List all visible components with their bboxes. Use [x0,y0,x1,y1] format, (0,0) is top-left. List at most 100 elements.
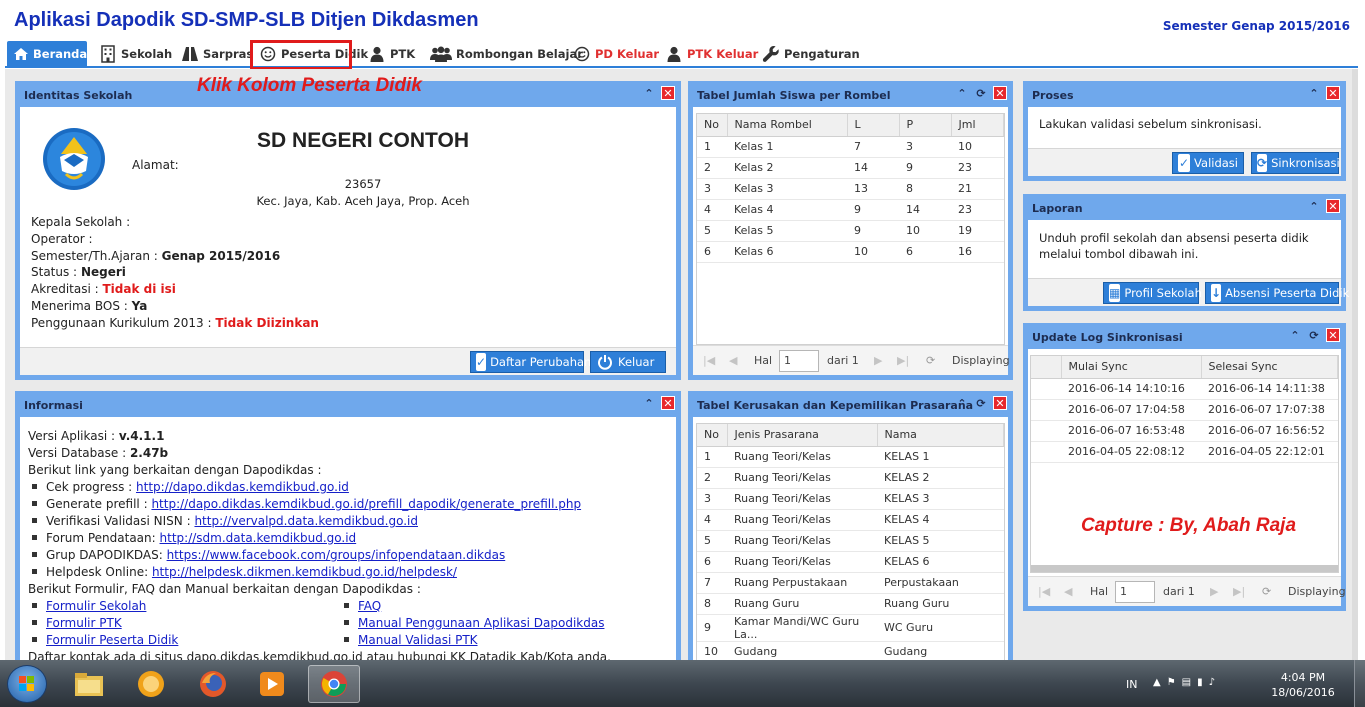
close-icon[interactable]: ✕ [993,86,1007,100]
table-row[interactable]: 2016-06-07 17:04:58 2016-06-07 17:07:38 [1031,399,1338,421]
prev-page-icon[interactable]: ◀ [1064,585,1072,598]
table-row[interactable]: 6 Ruang Teori/Kelas KELAS 6 [697,551,1004,573]
table-row[interactable]: 1 Kelas 1 7 3 10 [697,136,1004,158]
language-indicator[interactable]: IN [1126,678,1137,691]
firefox-taskbar-icon[interactable] [187,665,239,703]
tab-beranda[interactable]: Beranda [7,41,87,66]
clock[interactable]: 4:04 PM 18/06/2016 [1268,670,1338,700]
collapse-icon[interactable]: ⌃ [955,86,969,100]
last-page-icon[interactable]: ▶| [1233,585,1245,598]
start-button[interactable] [7,665,47,703]
refresh-icon[interactable]: ⟳ [1307,328,1321,342]
link-facebook-group[interactable]: https://www.facebook.com/groups/infopend… [167,548,506,562]
link-helpdesk[interactable]: http://helpdesk.dikmen.kemdikbud.go.id/h… [152,565,457,579]
col-header[interactable]: Jenis Prasarana [727,424,878,447]
col-header[interactable]: Selesai Sync [1201,356,1338,379]
close-icon[interactable]: ✕ [661,86,675,100]
link-cek-progress[interactable]: http://dapo.dikdas.kemdikbud.go.id [136,480,349,494]
col-header[interactable]: No [697,424,728,447]
collapse-icon[interactable]: ⌃ [642,396,656,410]
link-prefill[interactable]: http://dapo.dikdas.kemdikbud.go.id/prefi… [151,497,581,511]
table-row[interactable]: 4 Ruang Teori/Kelas KELAS 4 [697,509,1004,531]
media-player-taskbar-icon[interactable] [246,665,298,703]
keluar-button[interactable]: Keluar [590,351,666,373]
collapse-icon[interactable]: ⌃ [955,396,969,410]
link-formulir-sekolah[interactable]: Formulir Sekolah [46,599,146,613]
table-row[interactable]: 10 Gudang Gudang [697,641,1004,660]
next-page-icon[interactable]: ▶ [1210,585,1218,598]
refresh-icon[interactable]: ⟳ [974,86,988,100]
link-formulir-ptk[interactable]: Formulir PTK [46,616,122,630]
collapse-icon[interactable]: ⌃ [1307,86,1321,100]
sinkronisasi-button[interactable]: ⟳ Sinkronisasi [1251,152,1340,174]
table-row[interactable]: 3 Ruang Teori/Kelas KELAS 3 [697,488,1004,510]
table-row[interactable]: 4 Kelas 4 9 14 23 [697,199,1004,221]
table-row[interactable]: 8 Ruang Guru Ruang Guru [697,593,1004,615]
page-input[interactable]: 1 [779,350,819,372]
absensi-button[interactable]: ↓ Absensi Peserta Didik [1205,282,1349,304]
first-page-icon[interactable]: |◀ [1038,585,1050,598]
table-cell: 10 [899,220,951,242]
table-row[interactable]: 3 Kelas 3 13 8 21 [697,178,1004,200]
table-row[interactable]: 2016-06-07 16:53:48 2016-06-07 16:56:52 [1031,420,1338,442]
link-manual-validasi-ptk[interactable]: Manual Validasi PTK [358,633,478,647]
link-faq[interactable]: FAQ [358,599,381,613]
sync-icon: ⟳ [1257,154,1268,172]
table-row[interactable]: 7 Ruang Perpustakaan Perpustakaan [697,572,1004,594]
table-row[interactable]: 6 Kelas 6 10 6 16 [697,241,1004,263]
profil-sekolah-button[interactable]: ▦ Profil Sekolah [1103,282,1202,304]
explorer-taskbar-icon[interactable] [63,665,115,703]
col-header[interactable]: P [899,114,952,137]
collapse-icon[interactable]: ⌃ [1307,199,1321,213]
col-header[interactable]: No [697,114,728,137]
refresh-icon[interactable]: ⟳ [974,396,988,410]
link-forum[interactable]: http://sdm.data.kemdikbud.go.id [160,531,357,545]
table-row[interactable]: 2 Ruang Teori/Kelas KELAS 2 [697,467,1004,489]
col-header[interactable]: L [847,114,900,137]
table-cell: 4 [697,509,727,531]
validasi-button[interactable]: ✓ Validasi [1172,152,1244,174]
col-header[interactable]: Mulai Sync [1061,356,1202,379]
horizontal-scrollbar[interactable] [1031,565,1338,572]
show-desktop-button[interactable] [1354,660,1365,707]
tab-ptk[interactable]: PTK [362,41,421,66]
page-input[interactable]: 1 [1115,581,1155,603]
refresh-icon[interactable]: ⟳ [926,354,935,367]
col-header[interactable]: Jml [951,114,1004,137]
last-page-icon[interactable]: ▶| [897,354,909,367]
link-vervalpd[interactable]: http://vervalpd.data.kemdikbud.go.id [194,514,418,528]
col-header[interactable]: Nama Rombel [727,114,848,137]
refresh-icon[interactable]: ⟳ [1262,585,1271,598]
tab-sarpras[interactable]: Sarpras [175,41,259,66]
collapse-icon[interactable]: ⌃ [1288,328,1302,342]
table-row[interactable]: 2016-04-05 22:08:12 2016-04-05 22:12:01 [1031,441,1338,463]
chrome-taskbar-icon[interactable] [308,665,360,703]
close-icon[interactable]: ✕ [1326,328,1340,342]
close-icon[interactable]: ✕ [993,396,1007,410]
table-row[interactable]: 2016-06-14 14:10:16 2016-06-14 14:11:38 [1031,378,1338,400]
col-header[interactable]: Nama [877,424,1004,447]
tab-pengaturan[interactable]: Pengaturan [756,41,866,66]
close-icon[interactable]: ✕ [1326,86,1340,100]
tab-ptk-keluar[interactable]: PTK Keluar [659,41,764,66]
page-scrollbar[interactable] [1352,69,1358,660]
table-row[interactable]: 5 Kelas 5 9 10 19 [697,220,1004,242]
link-manual-aplikasi[interactable]: Manual Penggunaan Aplikasi Dapodikdas [358,616,604,630]
first-page-icon[interactable]: |◀ [703,354,715,367]
collapse-icon[interactable]: ⌃ [642,86,656,100]
table-row[interactable]: 9 Kamar Mandi/WC Guru La... WC Guru [697,614,1004,642]
tab-rombongan-belajar[interactable]: Rombongan Belajar [424,41,589,66]
close-icon[interactable]: ✕ [661,396,675,410]
table-row[interactable]: 5 Ruang Teori/Kelas KELAS 5 [697,530,1004,552]
tray-icons[interactable]: ▲⚑▤▮♪ [1153,677,1221,688]
media-app-taskbar-icon[interactable] [125,665,177,703]
close-icon[interactable]: ✕ [1326,199,1340,213]
daftar-perubahan-button[interactable]: ✓ Daftar Perubahan [470,351,591,373]
prev-page-icon[interactable]: ◀ [729,354,737,367]
table-row[interactable]: 2 Kelas 2 14 9 23 [697,157,1004,179]
link-formulir-peserta-didik[interactable]: Formulir Peserta Didik [46,633,178,647]
tab-sekolah[interactable]: Sekolah [93,41,178,66]
tab-pd-keluar[interactable]: PD Keluar [567,41,665,66]
table-row[interactable]: 1 Ruang Teori/Kelas KELAS 1 [697,446,1004,468]
next-page-icon[interactable]: ▶ [874,354,882,367]
